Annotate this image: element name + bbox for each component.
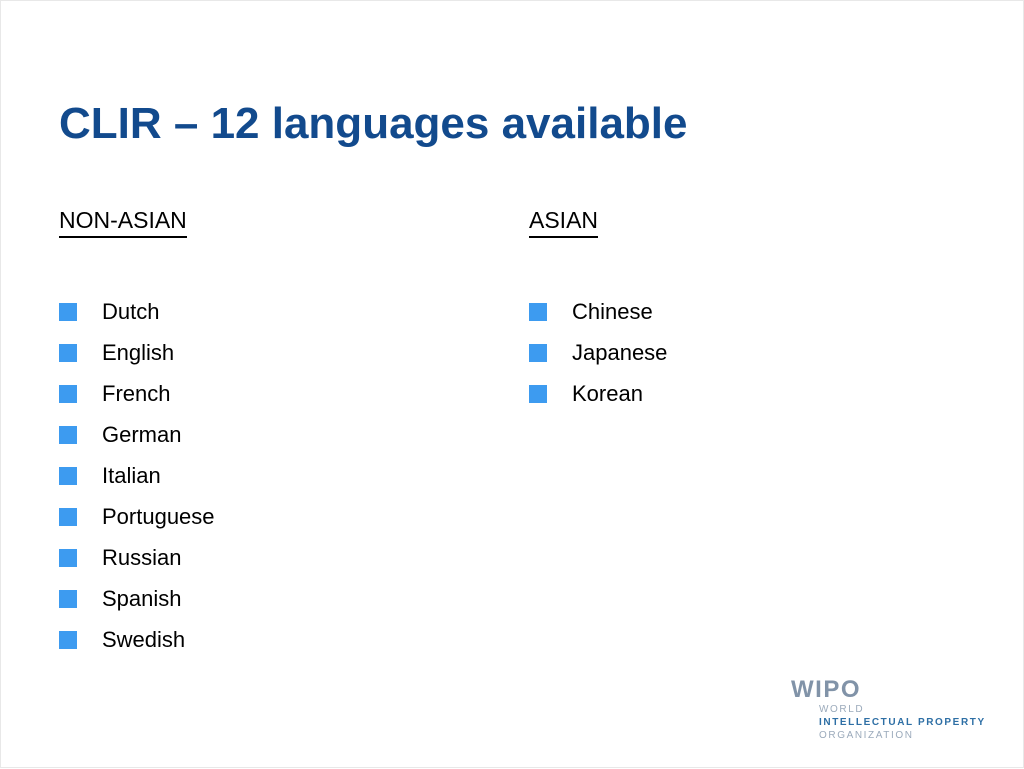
wipo-logo: WIPO WORLD INTELLECTUAL PROPERTY ORGANIZ…: [791, 677, 1006, 742]
language-label: Chinese: [572, 298, 653, 324]
list-item: Korean: [529, 373, 969, 414]
column-non-asian: NON-ASIAN Dutch English French German It…: [59, 205, 499, 660]
language-label: Italian: [102, 462, 161, 488]
language-list-asian: Chinese Japanese Korean: [529, 291, 969, 414]
language-label: Swedish: [102, 626, 186, 652]
column-header-asian: ASIAN: [529, 205, 599, 238]
language-label: French: [102, 380, 171, 406]
list-item: French: [59, 373, 499, 414]
language-columns: NON-ASIAN Dutch English French German It…: [1, 1, 1024, 769]
language-label: German: [102, 421, 182, 447]
column-header-non-asian: NON-ASIAN: [59, 205, 187, 238]
wipo-line-intellectual-property: INTELLECTUAL PROPERTY: [819, 717, 986, 728]
list-item: Portuguese: [59, 496, 499, 537]
list-item: English: [59, 332, 499, 373]
list-item: Spanish: [59, 578, 499, 619]
list-item: Swedish: [59, 619, 499, 660]
square-bullet-icon: [529, 302, 547, 321]
wipo-fullname: WORLD INTELLECTUAL PROPERTY ORGANIZATION: [819, 703, 1006, 742]
wipo-acronym: WIPO: [791, 676, 861, 703]
square-bullet-icon: [529, 343, 547, 362]
square-bullet-icon: [59, 425, 77, 444]
list-item: Japanese: [529, 332, 969, 373]
list-item: German: [59, 414, 499, 455]
language-label: Japanese: [572, 339, 668, 365]
list-item: Chinese: [529, 291, 969, 332]
wipo-line-world: WORLD: [819, 704, 865, 715]
list-item: Russian: [59, 537, 499, 578]
language-label: Russian: [102, 544, 182, 570]
language-label: Korean: [572, 380, 643, 406]
language-list-non-asian: Dutch English French German Italian Port…: [59, 291, 499, 660]
list-item: Dutch: [59, 291, 499, 332]
language-label: English: [102, 339, 175, 365]
square-bullet-icon: [59, 507, 77, 526]
square-bullet-icon: [59, 589, 77, 608]
language-label: Dutch: [102, 298, 160, 324]
column-asian: ASIAN Chinese Japanese Korean: [529, 205, 969, 414]
wipo-line-organization: ORGANIZATION: [819, 730, 914, 741]
square-bullet-icon: [59, 384, 77, 403]
list-item: Italian: [59, 455, 499, 496]
language-label: Spanish: [102, 585, 182, 611]
square-bullet-icon: [59, 466, 77, 485]
language-label: Portuguese: [102, 503, 215, 529]
slide: CLIR – 12 languages available NON-ASIAN …: [0, 0, 1024, 768]
square-bullet-icon: [529, 384, 547, 403]
square-bullet-icon: [59, 630, 77, 649]
square-bullet-icon: [59, 548, 77, 567]
square-bullet-icon: [59, 343, 77, 362]
square-bullet-icon: [59, 302, 77, 321]
